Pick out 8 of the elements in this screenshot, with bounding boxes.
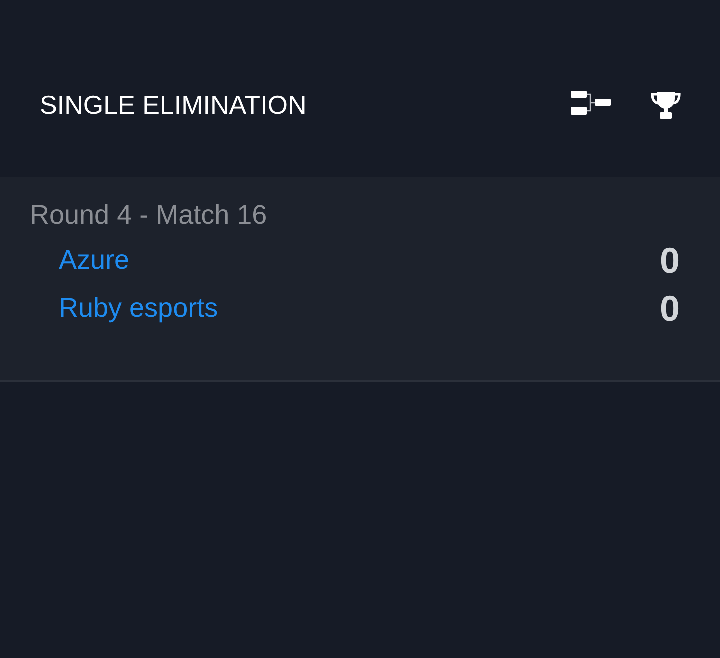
page-title: SINGLE ELIMINATION: [40, 89, 307, 122]
team-score: 0: [660, 289, 680, 329]
team-name-link[interactable]: Azure: [59, 243, 130, 277]
match-label: Round 4 - Match 16: [30, 199, 268, 232]
team-score: 0: [660, 241, 680, 281]
trophy-icon[interactable]: [651, 92, 681, 119]
bracket-icon[interactable]: [571, 91, 611, 115]
team-name-link[interactable]: Ruby esports: [59, 291, 218, 325]
